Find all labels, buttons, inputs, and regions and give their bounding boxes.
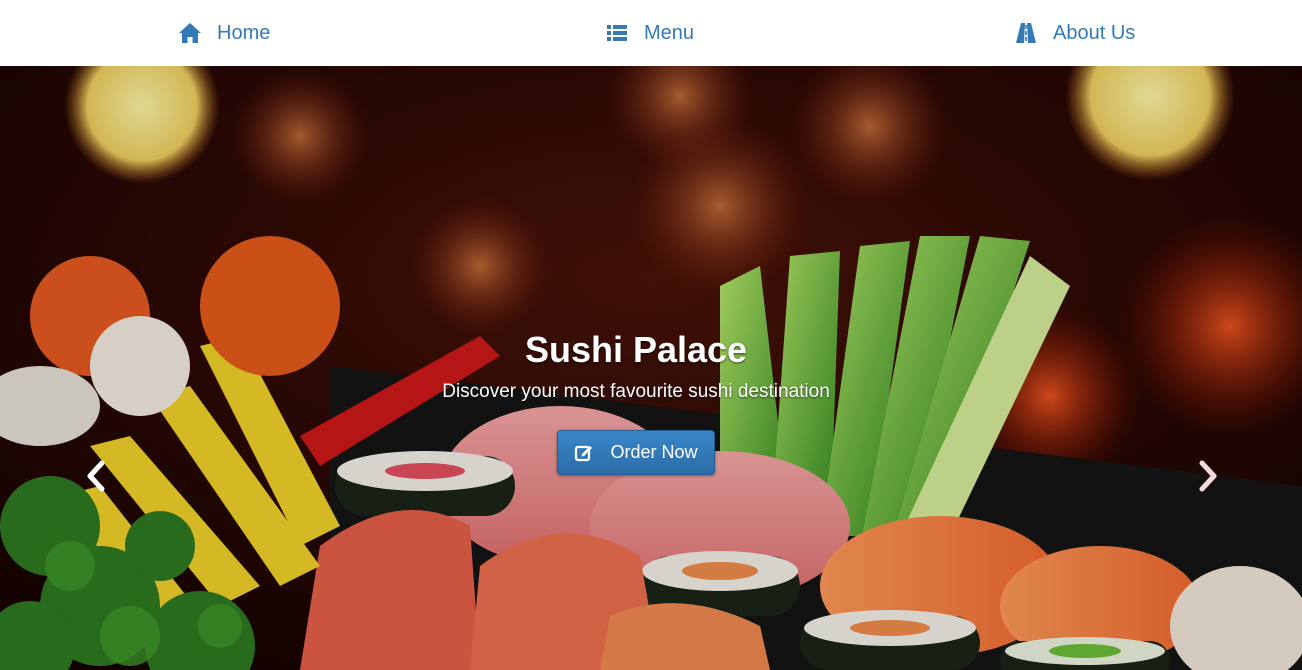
list-icon xyxy=(605,21,629,45)
nav-about-label: About Us xyxy=(1053,21,1136,44)
order-now-button[interactable]: Order Now xyxy=(557,430,715,475)
order-now-label: Order Now xyxy=(610,442,698,462)
chevron-left-icon xyxy=(84,460,108,497)
carousel-prev-control[interactable] xyxy=(76,458,116,498)
nav-about-link[interactable]: About Us xyxy=(1014,0,1135,66)
home-icon xyxy=(178,21,202,45)
hero-title: Sushi Palace xyxy=(524,329,748,370)
road-icon xyxy=(1014,21,1038,45)
carousel-next-control[interactable] xyxy=(1188,458,1228,498)
nav-menu-link[interactable]: Menu xyxy=(605,0,694,66)
nav-home-link[interactable]: Home xyxy=(178,0,270,66)
hero-carousel: Sushi Palace Discover your most favourit… xyxy=(0,66,1302,670)
hero-caption: Sushi Palace Discover your most favourit… xyxy=(0,328,1272,404)
top-navbar: Home Menu About Us xyxy=(0,0,1302,66)
hero-subtitle: Discover your most favourite sushi desti… xyxy=(442,381,830,402)
nav-menu-label: Menu xyxy=(644,21,695,44)
edit-icon xyxy=(574,443,594,463)
chevron-right-icon xyxy=(1196,460,1220,497)
nav-home-label: Home xyxy=(217,21,271,44)
